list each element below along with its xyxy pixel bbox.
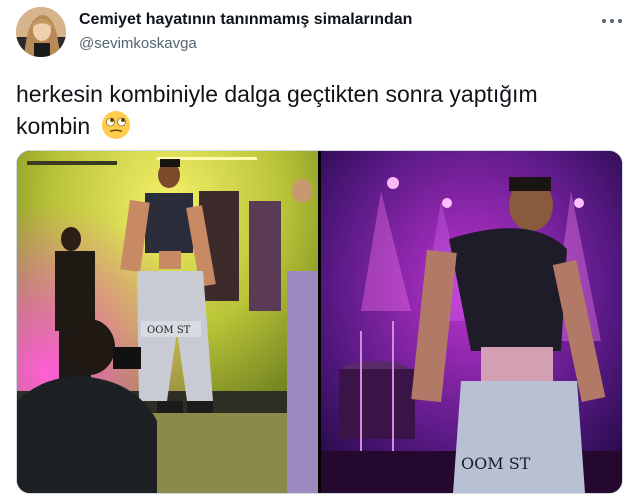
tweet-text-line1: herkesin kombiniyle dalga geçtikten sonr… — [16, 81, 538, 107]
right-concert-photo[interactable]: OOM ST — [321, 151, 622, 493]
svg-text:OOM ST: OOM ST — [461, 454, 531, 473]
display-name[interactable]: Cemiyet hayatının tanınmamış simalarında… — [79, 11, 412, 29]
tweet-text: herkesin kombiniyle dalga geçtikten sonr… — [16, 79, 616, 148]
user-avatar[interactable] — [16, 7, 66, 57]
user-handle[interactable]: @sevimkoskavga — [79, 35, 197, 52]
left-concert-photo[interactable]: OOM ST — [17, 151, 318, 493]
more-options-icon[interactable] — [598, 10, 626, 30]
tweet-card[interactable]: Cemiyet hayatının tanınmamış simalarında… — [0, 0, 635, 498]
rolling-eyes-emoji-icon — [101, 110, 131, 148]
tweet-text-line2: kombin — [16, 113, 91, 139]
svg-text:OOM ST: OOM ST — [147, 325, 191, 336]
media-container[interactable]: OOM ST OOM ST — [16, 150, 623, 494]
